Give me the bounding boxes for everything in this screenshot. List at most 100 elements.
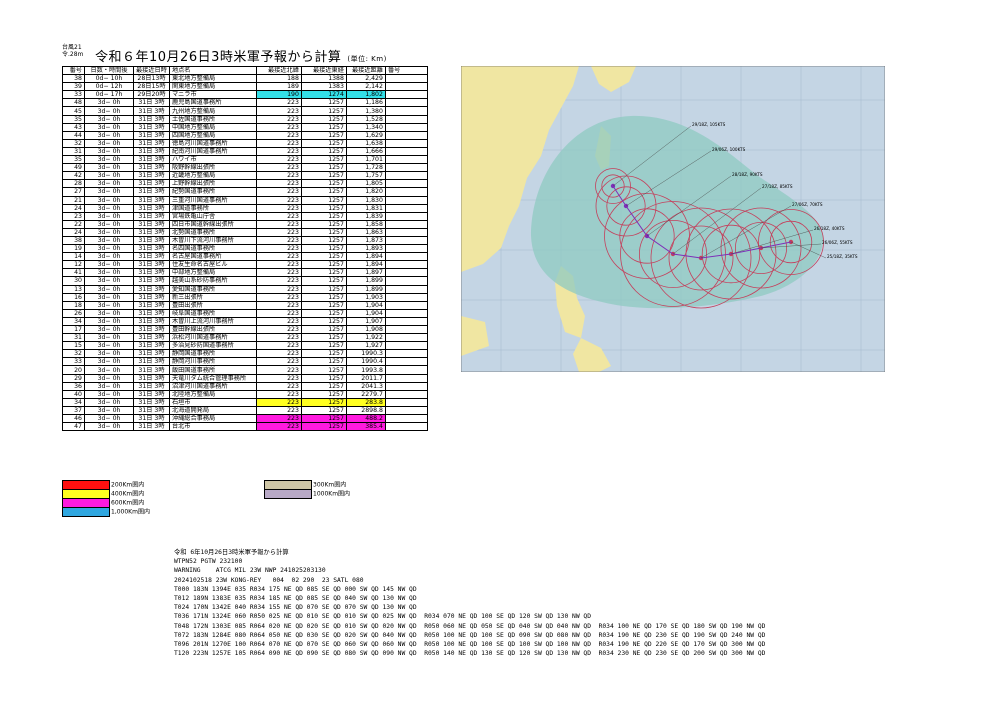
table-row: 45 3d− 0h 31日 3時 九州地方整備局 223 1257 1,380 xyxy=(62,106,428,116)
cell-lat: 223 xyxy=(255,316,302,327)
cell-lon: 1257 xyxy=(300,98,347,108)
cell-elapsed: 3d− 0h xyxy=(84,195,134,205)
cell-time: 31日 3時 xyxy=(133,422,170,432)
cell-time: 31日 3時 xyxy=(133,163,170,173)
cell-elapsed: 3d− 0h xyxy=(84,381,134,391)
cell-no: 39 xyxy=(62,82,85,92)
cell-time: 31日 3時 xyxy=(133,211,170,221)
bulletin-line: T048 172N 1303E 085 R064 020 NE QD 020 S… xyxy=(174,622,766,630)
cell-lon: 1257 xyxy=(300,397,347,407)
cell-time: 31日 3時 xyxy=(133,187,170,197)
cell-lat: 223 xyxy=(255,333,302,343)
cell-extra xyxy=(384,341,428,351)
cell-lat: 223 xyxy=(255,244,302,254)
cell-place: 名四国道事務所 xyxy=(168,244,257,254)
legend-swatch xyxy=(62,507,110,517)
cell-time: 31日 3時 xyxy=(133,138,170,148)
cell-dist: 1,899 xyxy=(345,276,386,286)
cell-lat: 223 xyxy=(255,276,302,286)
cell-lat: 223 xyxy=(255,203,302,213)
legend-label: 200Km圏内 xyxy=(111,481,145,489)
cell-lon: 1257 xyxy=(300,349,347,359)
legend-item: 200Km圏内 xyxy=(62,480,150,490)
bulletin-line: T000 183N 1394E 035 R034 175 NE QD 085 S… xyxy=(174,585,417,593)
cell-time: 31日 3時 xyxy=(133,365,170,375)
legend-left: 200Km圏内 400Km圏内 600Km圏内 1,000Km圏内 xyxy=(62,480,150,517)
cell-lon: 1257 xyxy=(300,195,347,205)
legend-item: 300Km圏内 xyxy=(264,480,350,490)
cell-elapsed: 3d− 0h xyxy=(84,300,134,310)
cell-dist: 1,922 xyxy=(345,333,386,343)
cell-place: 岐阜国道事務所 xyxy=(168,308,257,318)
cell-extra xyxy=(384,276,428,286)
cell-place: 静岡河川事務所 xyxy=(168,357,257,367)
cell-time: 31日 3時 xyxy=(133,179,170,189)
forecast-label: 27/18Z, 85KTS xyxy=(762,184,793,189)
unit-note: (単位: Km) xyxy=(347,55,387,63)
cell-dist: 1,873 xyxy=(345,235,386,246)
cell-time: 31日 3時 xyxy=(133,155,170,165)
cell-lat: 223 xyxy=(255,308,302,318)
cell-lon: 1257 xyxy=(300,284,347,294)
cell-lat: 223 xyxy=(255,130,302,140)
cell-lon: 1257 xyxy=(300,171,347,181)
cell-dist: 1,638 xyxy=(345,138,386,148)
cell-dist: 1,830 xyxy=(345,195,386,205)
cell-no: 27 xyxy=(62,187,85,197)
cell-lat: 223 xyxy=(255,98,302,108)
cell-lat: 223 xyxy=(255,422,302,432)
cell-dist: 1,380 xyxy=(345,106,386,116)
table-row: 16 3d− 0h 31日 3時 新三出張所 223 1257 1,903 xyxy=(62,292,428,302)
table-row: 20 3d− 0h 31日 3時 飯田国道事務所 223 1257 1993.8 xyxy=(62,365,428,375)
cell-time: 28日15時 xyxy=(133,82,170,92)
cell-extra xyxy=(384,422,428,432)
cell-elapsed: 3d− 0h xyxy=(84,260,134,270)
cell-time: 31日 3時 xyxy=(133,316,170,327)
cell-extra xyxy=(384,82,428,92)
cell-place: 豊田出張所 xyxy=(168,300,257,310)
cell-dist: 1990.3 xyxy=(345,349,386,359)
cell-extra xyxy=(384,163,428,173)
cell-no: 41 xyxy=(62,268,85,278)
cell-extra xyxy=(384,260,428,270)
cell-place: 木曽川下流河川事務所 xyxy=(168,235,257,246)
cell-extra xyxy=(384,397,428,407)
cell-dist: 1,927 xyxy=(345,341,386,351)
bulletin-line: T096 201N 1270E 100 R064 070 NE QD 070 S… xyxy=(174,641,766,649)
cell-extra xyxy=(384,114,428,124)
cell-place: 石垣市 xyxy=(168,397,257,407)
cell-place: 三重河川国道事務所 xyxy=(168,195,257,205)
cell-elapsed: 0d− 17h xyxy=(84,90,134,100)
cell-elapsed: 3d− 0h xyxy=(84,252,134,262)
cell-time: 31日 3時 xyxy=(133,389,170,399)
cell-elapsed: 3d− 0h xyxy=(84,373,134,383)
cell-place: 九州地方整備局 xyxy=(168,106,257,116)
forecast-label: 29/18Z, 105KTS xyxy=(692,122,726,127)
cell-dist: 2898.8 xyxy=(345,405,386,416)
cell-extra xyxy=(384,155,428,165)
cell-extra xyxy=(384,138,428,148)
cell-elapsed: 3d− 0h xyxy=(84,235,134,246)
forecast-label: 29/06Z, 100KTS xyxy=(712,147,746,152)
cell-time: 31日 3時 xyxy=(133,235,170,246)
table-row: 22 3d− 0h 31日 3時 四日市国道幹線出張所 223 1257 1,858 xyxy=(62,219,428,229)
table-row: 37 3d− 0h 31日 3時 北海道開発局 223 1257 2898.8 xyxy=(62,405,428,416)
bulletin-line: T120 223N 1257E 105 R064 090 NE QD 090 S… xyxy=(174,650,766,658)
cell-no: 47 xyxy=(62,422,85,432)
cell-extra xyxy=(384,219,428,229)
cell-extra xyxy=(384,106,428,116)
cell-lon: 1383 xyxy=(300,82,347,92)
cell-dist: 1,802 xyxy=(345,90,386,100)
cell-elapsed: 3d− 0h xyxy=(84,138,134,148)
cell-place: 北陸地方整備局 xyxy=(168,389,257,399)
cell-extra xyxy=(384,268,428,278)
cell-place: 東北地方整備局 xyxy=(168,74,257,84)
cell-lat: 188 xyxy=(255,74,302,84)
table-row: 38 0d− 10h 28日13時 東北地方整備局 188 1388 2,429 xyxy=(62,74,428,84)
cell-lat: 223 xyxy=(255,187,302,197)
cell-lat: 223 xyxy=(255,389,302,399)
cell-no: 16 xyxy=(62,292,85,302)
cell-place: ハワイ市 xyxy=(168,155,257,165)
cell-place: 新三出張所 xyxy=(168,292,257,302)
cell-place: 沼津河川国道事務所 xyxy=(168,381,257,391)
